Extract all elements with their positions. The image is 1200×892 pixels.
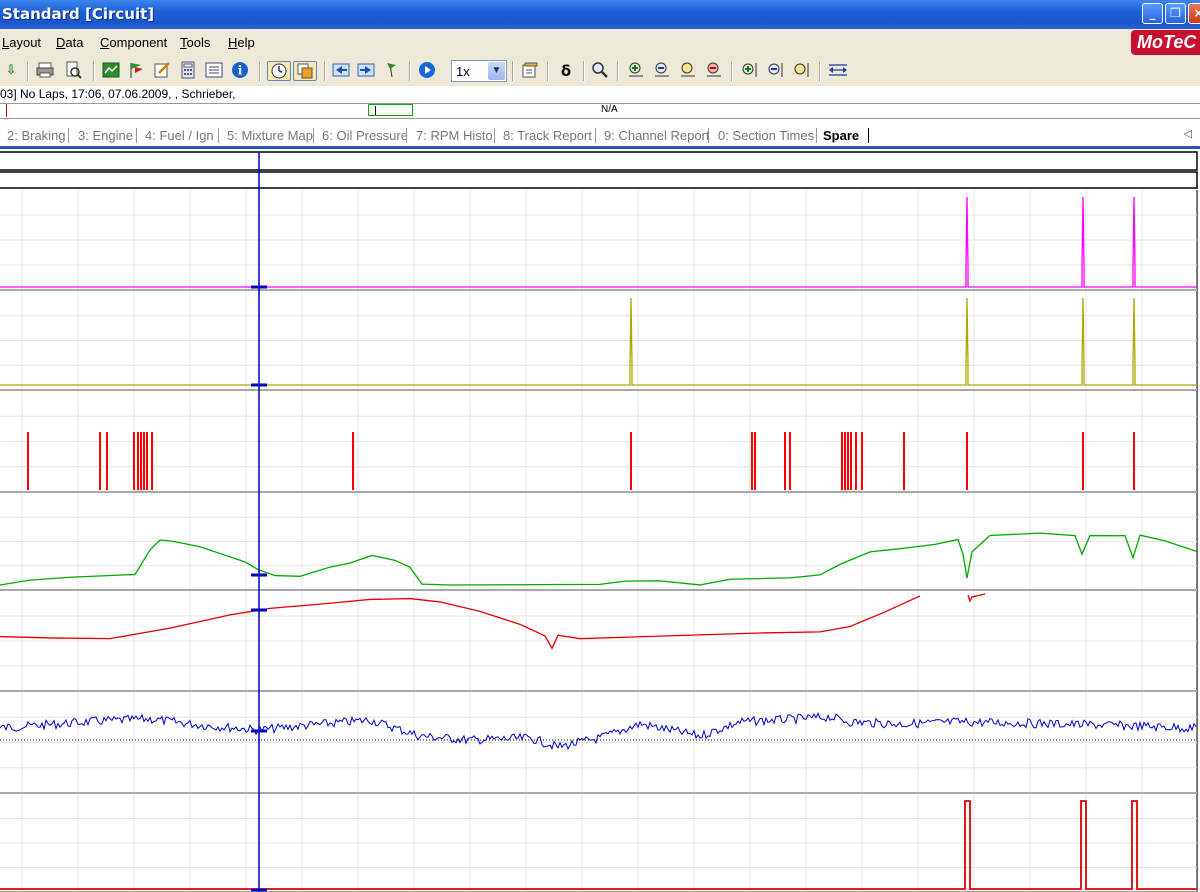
- red-channel-trace: [0, 595, 921, 650]
- worksheet-tabs: 2: Braking 3: Engine 4: Fuel / Ign 5: Mi…: [0, 123, 1200, 149]
- step-forward-icon[interactable]: [356, 61, 376, 81]
- restore-button[interactable]: ❐: [1165, 3, 1186, 24]
- menu-layout[interactable]: Layout: [2, 35, 41, 50]
- red-channel-trace-segment: [967, 593, 986, 603]
- tab-engine[interactable]: 3: Engine: [78, 128, 133, 143]
- tab-channel-report[interactable]: 9: Channel Report: [604, 128, 710, 143]
- svg-text:i: i: [238, 64, 243, 78]
- title-bar: Standard [Circuit] _ ❐ ×: [0, 0, 1200, 29]
- clock-icon[interactable]: [267, 61, 291, 81]
- blue-channel-trace: [0, 712, 1197, 751]
- close-button[interactable]: ×: [1188, 3, 1200, 24]
- menu-help[interactable]: Help: [228, 35, 255, 50]
- tab-braking[interactable]: 2: Braking: [7, 128, 66, 143]
- speed-value: 1x: [456, 64, 470, 79]
- tab-rpm-histo[interactable]: 7: RPM Histo: [416, 128, 493, 143]
- marker-flag-icon[interactable]: [382, 61, 402, 81]
- menu-data[interactable]: Data: [56, 35, 83, 50]
- window-title: Standard [Circuit]: [2, 5, 155, 23]
- speed-select[interactable]: 1x ▼: [451, 60, 507, 82]
- edit-icon[interactable]: [152, 61, 172, 81]
- menu-tools[interactable]: Tools: [180, 35, 210, 50]
- motec-logo: MoTeC: [1131, 30, 1200, 55]
- square-pulse-trace: [0, 800, 1197, 890]
- info-icon[interactable]: i: [230, 61, 250, 81]
- lap-bar[interactable]: N/A: [0, 103, 1200, 119]
- play-icon[interactable]: [417, 61, 437, 81]
- empty-strip-panel: [0, 151, 1198, 171]
- yellow-channel-trace: [0, 297, 1197, 386]
- tab-oil-pressure[interactable]: 6: Oil Pressure: [322, 128, 408, 143]
- print-preview-icon[interactable]: [63, 61, 83, 81]
- empty-strip-panel: [0, 171, 1198, 189]
- tab-scroll-left-icon[interactable]: ◁: [1184, 127, 1192, 140]
- flags-icon[interactable]: [126, 61, 146, 81]
- chevron-down-icon[interactable]: ▼: [488, 62, 505, 80]
- down-arrow-icon[interactable]: ⇩: [1, 61, 21, 81]
- list-icon[interactable]: [204, 61, 224, 81]
- session-info-text: 03] No Laps, 17:06, 07.06.2009, , Schrie…: [0, 87, 236, 101]
- print-icon[interactable]: [35, 61, 55, 81]
- tab-track-report[interactable]: 8: Track Report: [503, 128, 592, 143]
- lap-marker: [6, 104, 7, 117]
- session-info: 03] No Laps, 17:06, 07.06.2009, , Schrie…: [0, 86, 1200, 103]
- toolbar: ⇩ i: [0, 56, 1200, 87]
- step-back-icon[interactable]: [331, 61, 351, 81]
- graph-icon[interactable]: [101, 61, 121, 81]
- lap-range-box[interactable]: [368, 104, 413, 116]
- menu-component[interactable]: Component: [100, 35, 167, 50]
- tab-fuel-ign[interactable]: 4: Fuel / Ign: [145, 128, 214, 143]
- green-channel-trace: [0, 532, 1198, 586]
- menu-bar: Layout Data Component Tools Help: [0, 29, 1200, 57]
- lap-bar-label: N/A: [601, 104, 618, 115]
- tab-section-times[interactable]: 0: Section Times: [718, 128, 814, 143]
- magenta-channel-trace: [0, 196, 1197, 288]
- overlay-icon[interactable]: [293, 61, 317, 81]
- tab-mixture-map[interactable]: 5: Mixture Map: [227, 128, 313, 143]
- tab-spare[interactable]: Spare: [823, 128, 859, 143]
- minimize-button[interactable]: _: [1142, 3, 1163, 24]
- time-distance-graph[interactable]: [0, 150, 1200, 892]
- calculator-icon[interactable]: [178, 61, 198, 81]
